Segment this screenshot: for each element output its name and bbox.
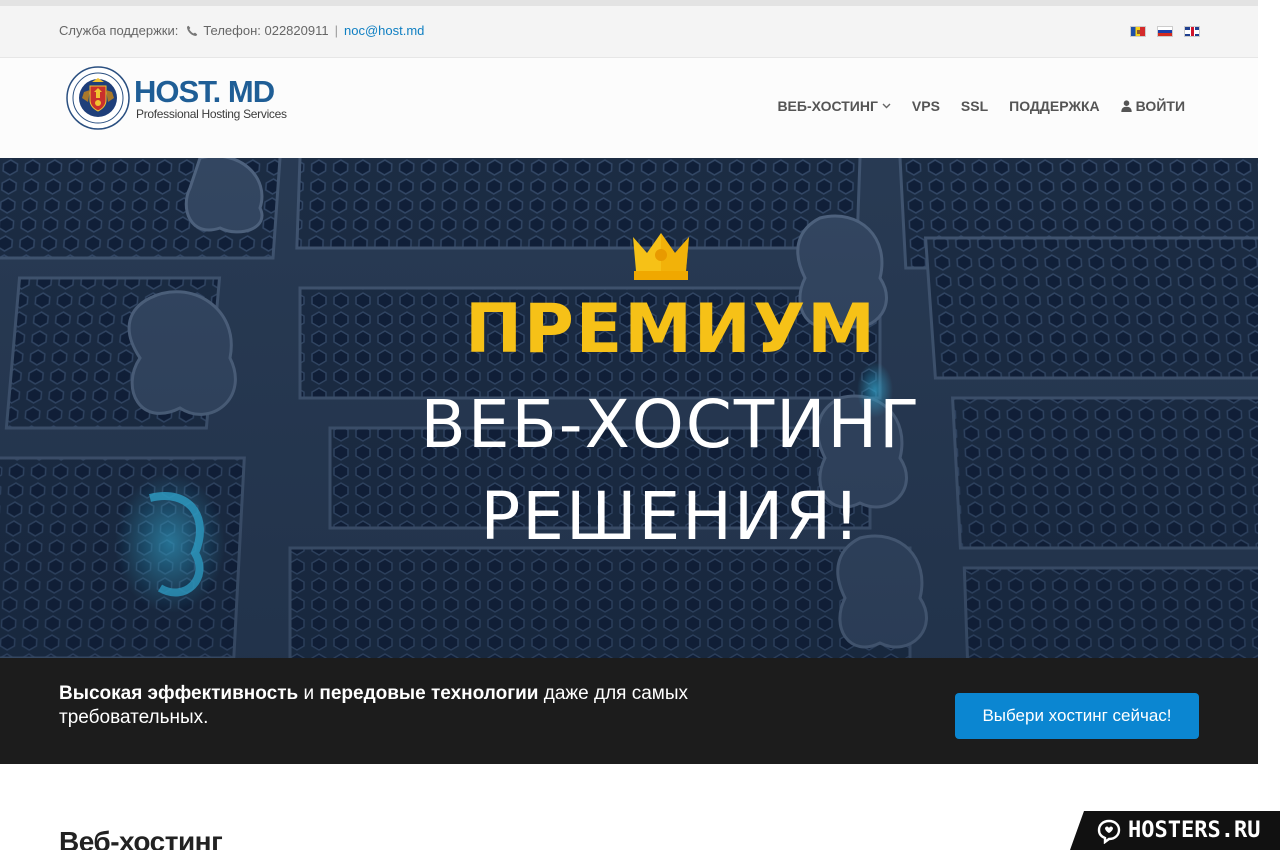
hero-banner: ПРЕМИУМ ВЕБ-ХОСТИНГ РЕШЕНИЯ!: [0, 158, 1258, 658]
watermark-text: HOSTERS.RU: [1128, 818, 1261, 843]
cta-strip: Высокая эффективность и передовые технол…: [0, 658, 1258, 764]
hosters-watermark: HOSTERS.RU: [1070, 811, 1280, 850]
logo-subtitle: Professional Hosting Services: [136, 106, 287, 121]
user-icon: [1120, 100, 1132, 112]
nav-ssl-label: SSL: [960, 98, 989, 114]
nav-vps-label: VPS: [911, 98, 940, 114]
nav-web-hosting-label: ВЕБ-ХОСТИНГ: [777, 98, 878, 114]
language-md-flag[interactable]: [1130, 26, 1146, 37]
cta-bold-technologies: передовые технологии: [319, 683, 539, 704]
separator: |: [334, 23, 338, 38]
cta-text-and: и: [298, 683, 320, 704]
nav-login[interactable]: ВОЙТИ: [1120, 98, 1185, 114]
site-logo[interactable]: HOST. MD Professional Hosting Services: [66, 66, 287, 130]
nav-ssl[interactable]: SSL: [961, 98, 988, 114]
support-bar: Служба поддержки: Телефон: 022820911 | n…: [0, 6, 1258, 58]
main-nav: ВЕБ-ХОСТИНГ VPS SSL ПОДДЕРЖКА ВОЙТИ: [777, 98, 1185, 114]
section-title: Веб-хостинг: [59, 826, 223, 850]
cta-message: Высокая эффективность и передовые технол…: [59, 682, 759, 730]
nav-vps[interactable]: VPS: [912, 98, 940, 114]
seal-icon: [66, 66, 130, 130]
support-phone: Телефон: 022820911: [203, 23, 329, 38]
hero-premium-title: ПРЕМИУМ: [465, 290, 877, 369]
choose-hosting-button[interactable]: Выбери хостинг сейчас!: [955, 693, 1199, 739]
support-info: Служба поддержки: Телефон: 022820911 | n…: [59, 23, 424, 38]
nav-support-label: ПОДДЕРЖКА: [1009, 98, 1100, 114]
nav-support[interactable]: ПОДДЕРЖКА: [1009, 98, 1100, 114]
page: Служба поддержки: Телефон: 022820911 | n…: [0, 0, 1258, 850]
cta-bold-efficiency: Высокая эффективность: [59, 683, 299, 704]
nav-login-label: ВОЙТИ: [1135, 98, 1185, 114]
chat-bubble-icon: [1097, 819, 1121, 844]
hero-title-line2: РЕШЕНИЯ!: [480, 478, 862, 555]
support-label: Служба поддержки:: [59, 23, 179, 38]
hero-title-line1: ВЕБ-ХОСТИНГ: [420, 386, 922, 463]
site-header: HOST. MD Professional Hosting Services В…: [0, 58, 1258, 158]
support-email-link[interactable]: noc@host.md: [344, 23, 424, 38]
language-en-flag[interactable]: [1184, 26, 1200, 37]
crown-icon: [633, 233, 689, 280]
hero-content: ПРЕМИУМ ВЕБ-ХОСТИНГ РЕШЕНИЯ!: [0, 158, 1258, 658]
language-switcher: [1130, 26, 1200, 37]
language-ru-flag[interactable]: [1157, 26, 1173, 37]
phone-icon: [187, 25, 198, 36]
chevron-down-icon: [882, 103, 891, 109]
nav-web-hosting[interactable]: ВЕБ-ХОСТИНГ: [777, 98, 891, 114]
logo-title: HOST. MD: [134, 73, 275, 109]
